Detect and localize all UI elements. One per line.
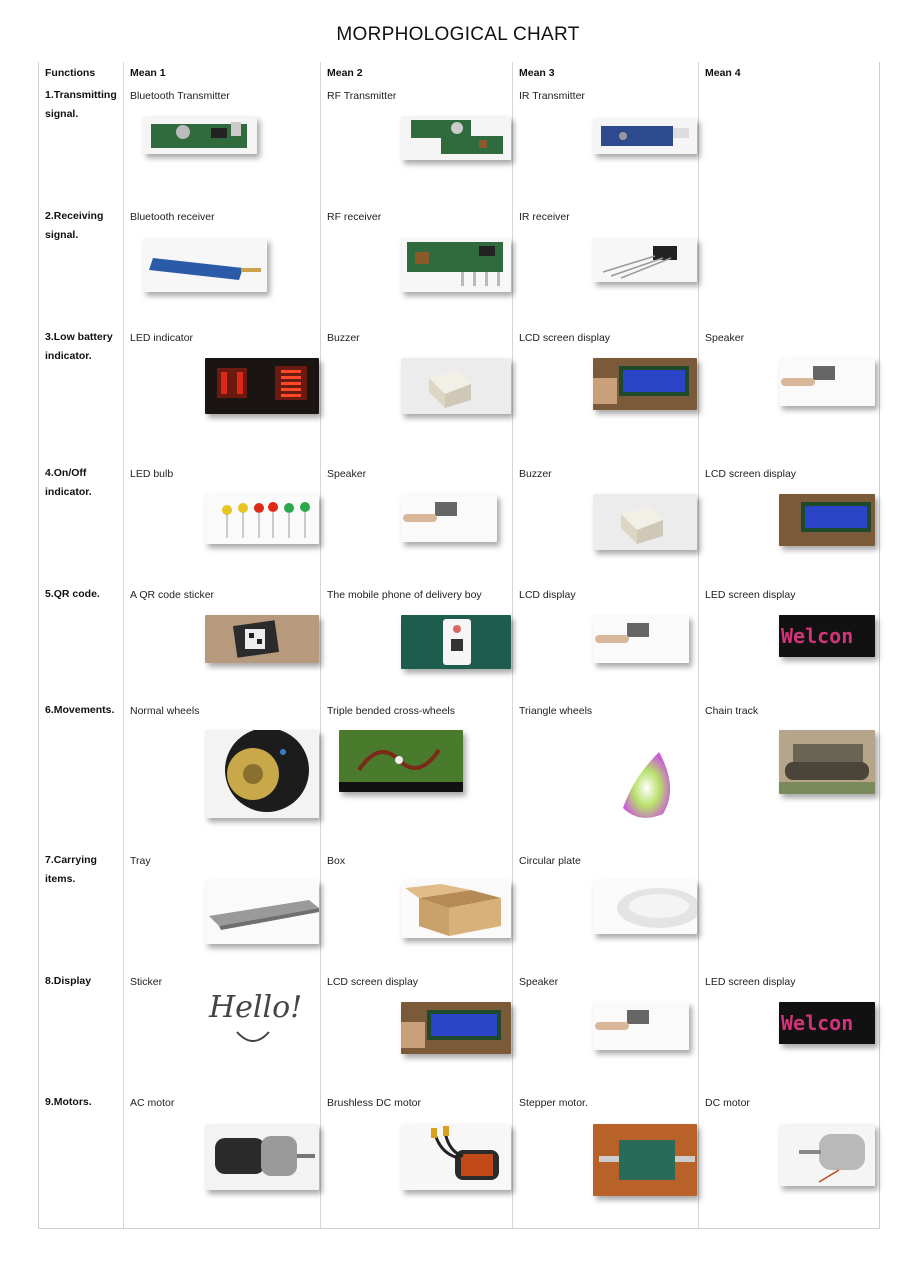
chain-track-image: [779, 730, 875, 794]
speaker-image: [401, 494, 497, 542]
header-mean-2: Mean 2: [327, 67, 363, 79]
header-mean-1: Mean 1: [130, 67, 166, 79]
function-motors: 9.Motors.: [45, 1096, 92, 1108]
row8-mean1-label: Sticker: [130, 976, 163, 988]
row2-mean3-label: IR receiver: [519, 211, 570, 223]
row8-mean2-label: LCD screen display: [327, 976, 419, 988]
buzzer-image: [593, 494, 697, 550]
row9-mean4-label: DC motor: [705, 1097, 750, 1109]
function-low-battery-indicator: 3.Low battery indicator.: [45, 331, 113, 362]
header-mean-4: Mean 4: [705, 67, 741, 79]
row3-mean3-label: LCD screen display: [519, 332, 611, 344]
brushless-dc-motor-image: [401, 1124, 511, 1190]
rf-transmitter-image: [401, 116, 511, 160]
row6-mean4-label: Chain track: [705, 705, 759, 717]
function-receiving-signal: 2.Receiving signal.: [45, 210, 104, 241]
lcd-screen-image: [593, 358, 697, 410]
row9-mean3-label: Stepper motor.: [519, 1097, 588, 1109]
triangle-wheel-image: [579, 738, 697, 826]
led-welcome-display-image: Welcon: [779, 615, 875, 657]
page-title: MORPHOLOGICAL CHART: [336, 24, 580, 45]
stepper-motor-image: [593, 1124, 697, 1196]
ir-transmitter-image: [593, 118, 697, 154]
function-movements: 6.Movements.: [45, 704, 115, 716]
row4-mean2-label: Speaker: [327, 468, 367, 480]
welcome-text: Welcon: [781, 1011, 853, 1035]
row3-mean2-label: Buzzer: [327, 332, 360, 344]
function-display: 8.Display: [45, 975, 92, 987]
ir-receiver-image: [593, 238, 697, 282]
row3-mean4-label: Speaker: [705, 332, 745, 344]
lcd-screen-image: [401, 1002, 511, 1054]
row9-mean1-label: AC motor: [130, 1097, 175, 1109]
delivery-phone-image: [401, 615, 511, 669]
cross-wheels-image: [339, 730, 463, 792]
row5-mean1-label: A QR code sticker: [130, 589, 215, 601]
speaker-image: [779, 358, 875, 406]
row1-mean3-label: IR Transmitter: [519, 90, 585, 102]
buzzer-image: [401, 358, 511, 414]
bluetooth-receiver-image: [143, 238, 267, 292]
function-transmitting-signal: 1.Transmitting signal.: [45, 89, 117, 120]
led-bulb-image: [205, 494, 319, 544]
row5-mean4-label: LED screen display: [705, 589, 796, 601]
row2-mean2-label: RF receiver: [327, 211, 382, 223]
circular-plate-image: [593, 880, 697, 934]
function-qr-code: 5.QR code.: [45, 588, 100, 600]
lcd-screen-image: [779, 494, 875, 546]
row4-mean1-label: LED bulb: [130, 468, 174, 480]
header-functions: Functions: [45, 67, 96, 79]
box-image: [401, 880, 511, 938]
hello-sticker-image: Hello!: [209, 990, 303, 1025]
led-welcome-display-image: Welcon: [779, 1002, 875, 1044]
function-carrying-items: 7.Carrying items.: [45, 854, 97, 885]
row7-mean3-label: Circular plate: [519, 855, 581, 867]
dc-motor-image: [779, 1124, 875, 1186]
bluetooth-transmitter-image: [143, 116, 257, 154]
row4-mean3-label: Buzzer: [519, 468, 552, 480]
row6-mean3-label: Triangle wheels: [519, 705, 593, 717]
morphological-table: Functions Mean 1 Mean 2 Mean 3 Mean 4 1.…: [38, 62, 880, 1229]
header-mean-3: Mean 3: [519, 67, 555, 79]
row1-mean2-label: RF Transmitter: [327, 90, 397, 102]
row1-mean1-label: Bluetooth Transmitter: [130, 90, 230, 102]
row4-mean4-label: LCD screen display: [705, 468, 797, 480]
column-divider: [698, 62, 699, 1228]
column-divider: [123, 62, 124, 1228]
column-divider: [512, 62, 513, 1228]
row5-mean2-label: The mobile phone of delivery boy: [327, 589, 482, 601]
led-indicator-image: [205, 358, 319, 414]
normal-wheel-image: [205, 730, 319, 818]
function-on-off-indicator: 4.On/Off indicator.: [45, 467, 92, 498]
row6-mean1-label: Normal wheels: [130, 705, 200, 717]
row8-mean4-label: LED screen display: [705, 976, 796, 988]
row6-mean2-label: Triple bended cross-wheels: [327, 705, 456, 717]
row5-mean3-label: LCD display: [519, 589, 576, 601]
smile-icon: [233, 1028, 273, 1048]
row7-mean1-label: Tray: [130, 855, 151, 867]
ac-motor-image: [205, 1124, 319, 1190]
welcome-text: Welcon: [781, 624, 853, 648]
speaker-image: [593, 615, 689, 663]
qr-code-sticker-image: [205, 615, 319, 663]
rf-receiver-image: [401, 238, 511, 292]
column-divider: [320, 62, 321, 1228]
row9-mean2-label: Brushless DC motor: [327, 1097, 421, 1109]
row8-mean3-label: Speaker: [519, 976, 559, 988]
speaker-image: [593, 1002, 689, 1050]
row3-mean1-label: LED indicator: [130, 332, 194, 344]
row2-mean1-label: Bluetooth receiver: [130, 211, 215, 223]
tray-image: [205, 880, 319, 944]
row7-mean2-label: Box: [327, 855, 346, 867]
